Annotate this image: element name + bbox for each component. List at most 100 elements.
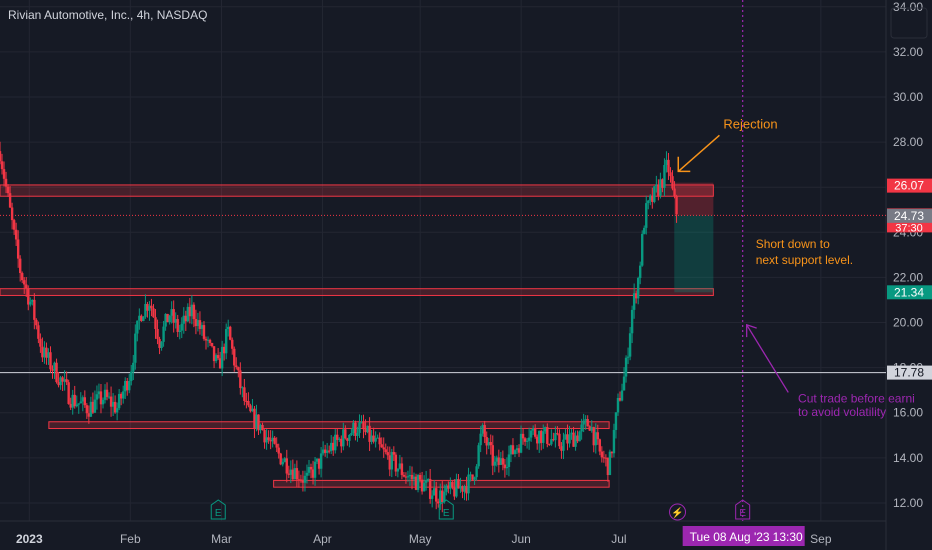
candle-body	[309, 466, 313, 470]
candle-body	[598, 439, 602, 452]
candle-body	[67, 382, 70, 404]
candle-body	[362, 422, 365, 430]
candle-body	[643, 227, 646, 234]
candle-body	[237, 367, 240, 371]
candle-body	[356, 432, 359, 436]
crosshair-date-label: Tue 08 Aug '23	[690, 530, 770, 544]
candle-body	[675, 196, 678, 215]
event-marker-label: ⚡	[671, 506, 683, 519]
candle-body	[313, 461, 317, 478]
candle-body	[596, 432, 599, 440]
candle-body	[348, 434, 351, 441]
candle-body	[521, 433, 525, 439]
position-stop-zone	[674, 182, 714, 216]
candle-body	[382, 447, 385, 450]
candle-body	[275, 443, 278, 448]
candle-body	[384, 449, 387, 453]
chart-title: Rivian Automotive, Inc., 4h, NASDAQ	[8, 8, 208, 22]
candle-body	[479, 433, 482, 446]
y-tick-label: 16.00	[893, 406, 923, 420]
candle-body	[612, 429, 616, 454]
candle-body	[208, 339, 212, 343]
candle-body	[115, 408, 119, 413]
candle-body	[0, 161, 4, 170]
y-tick-label: 28.00	[893, 135, 923, 149]
candle-body	[18, 258, 22, 274]
candle-body	[65, 379, 68, 383]
candle-body	[6, 186, 10, 194]
candle-body	[669, 172, 672, 177]
candle-body	[128, 381, 131, 391]
candle-body	[210, 342, 214, 347]
earnings-marker-label: E	[739, 508, 746, 519]
candle-body	[406, 476, 410, 478]
candle-body	[55, 362, 58, 383]
candle-body	[303, 475, 307, 483]
candle-body	[671, 176, 674, 189]
candle-body	[402, 474, 406, 477]
candle-body	[216, 355, 220, 359]
zone-range-bottom	[273, 479, 610, 488]
candle-body	[600, 451, 604, 458]
candle-body	[154, 317, 157, 329]
candle-body	[49, 352, 52, 370]
candle-body	[430, 495, 434, 499]
price-axis-label: 17.78	[894, 366, 924, 380]
candle-body	[305, 472, 309, 476]
candle-body	[156, 328, 159, 339]
x-tick-label: Jun	[511, 532, 530, 546]
candle-body	[614, 412, 618, 430]
candle-body	[79, 401, 82, 404]
candle-body	[168, 315, 171, 323]
candle-body	[647, 200, 650, 204]
candle-body	[546, 427, 549, 444]
candle-body	[132, 362, 135, 372]
candle-body	[16, 239, 20, 259]
annotation-cut-trade: Cut trade before earni	[798, 392, 915, 406]
chart-canvas[interactable]: 12.0014.0016.0018.0020.0022.0024.0026.00…	[0, 0, 932, 550]
price-axis-label: 24.73	[894, 209, 924, 223]
candle-body	[374, 438, 377, 442]
candle-body	[160, 341, 163, 348]
candle-body	[667, 159, 670, 173]
candle-body	[192, 304, 196, 320]
candle-body	[281, 461, 284, 465]
candle-body	[636, 277, 640, 299]
candle-body	[29, 301, 32, 305]
x-tick-label: Sep	[810, 532, 832, 546]
candle-body	[231, 339, 234, 349]
annotation-rejection: Rejection	[723, 117, 777, 132]
candle-body	[73, 394, 76, 407]
candle-body	[130, 371, 133, 382]
candle-body	[243, 387, 246, 401]
x-tick-label: 2023	[16, 532, 43, 546]
x-tick-label: Jul	[611, 532, 626, 546]
candle-body	[319, 453, 323, 469]
candle-body	[101, 399, 105, 405]
candle-body	[23, 280, 26, 285]
candle-body	[83, 397, 87, 406]
candle-body	[620, 390, 624, 401]
candle-body	[358, 422, 361, 433]
candle-body	[580, 424, 583, 432]
y-tick-label: 12.00	[893, 496, 923, 510]
x-tick-label: Mar	[211, 532, 232, 546]
candle-body	[527, 437, 531, 441]
candle-body	[35, 319, 38, 326]
candle-body	[295, 468, 299, 480]
candle-body	[39, 338, 42, 347]
annotation-volatility: to avoid volatility	[798, 405, 886, 419]
candle-body	[142, 316, 145, 322]
candle-body	[505, 466, 509, 469]
candle-body	[475, 466, 478, 478]
candle-body	[622, 376, 626, 391]
candle-body	[235, 365, 238, 368]
candle-body	[285, 458, 288, 474]
candle-body	[152, 308, 155, 318]
candle-body	[202, 325, 206, 339]
x-tick-label: Apr	[313, 532, 332, 546]
candle-body	[396, 468, 400, 472]
candle-body	[507, 454, 511, 467]
candle-body	[121, 391, 125, 399]
candle-body	[663, 164, 666, 188]
